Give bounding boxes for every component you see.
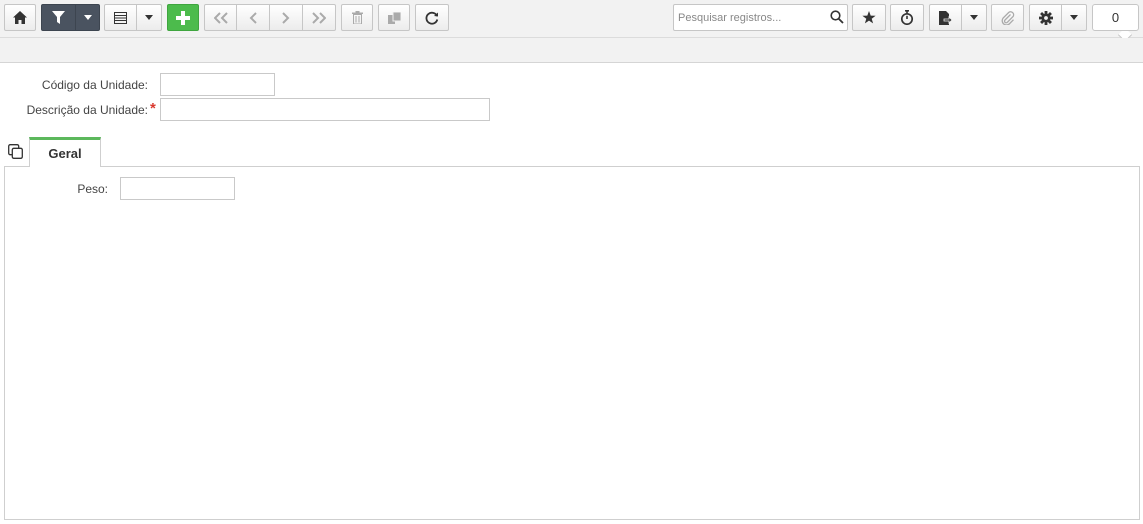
codigo-input[interactable] bbox=[160, 73, 275, 96]
caret-down-icon bbox=[83, 15, 92, 20]
list-view-button[interactable] bbox=[104, 4, 137, 31]
list-icon bbox=[114, 11, 127, 24]
search-input[interactable] bbox=[674, 5, 824, 30]
settings-button[interactable] bbox=[1029, 4, 1062, 31]
double-chevron-right-icon bbox=[312, 11, 326, 24]
toolbar: 0 bbox=[0, 0, 1143, 43]
required-mark: * bbox=[150, 100, 156, 117]
settings-dropdown-button[interactable] bbox=[1062, 4, 1087, 31]
sub-toolbar bbox=[0, 38, 1143, 63]
timer-button[interactable] bbox=[890, 4, 924, 31]
previous-record-button[interactable] bbox=[237, 4, 270, 31]
refresh-button[interactable] bbox=[415, 4, 449, 31]
peso-input[interactable] bbox=[120, 177, 235, 200]
first-record-button[interactable] bbox=[204, 4, 237, 31]
last-record-button[interactable] bbox=[303, 4, 336, 31]
home-icon bbox=[13, 11, 27, 24]
copy-tab-icon[interactable] bbox=[8, 144, 23, 162]
refresh-icon bbox=[425, 11, 439, 25]
add-button[interactable] bbox=[167, 4, 199, 31]
gear-icon bbox=[1038, 10, 1053, 25]
copy-record-button[interactable] bbox=[378, 4, 410, 31]
file-export-icon bbox=[939, 10, 952, 25]
filter-button[interactable] bbox=[41, 4, 76, 31]
chevron-left-icon bbox=[249, 11, 257, 24]
descricao-input[interactable] bbox=[160, 98, 490, 121]
plus-icon bbox=[176, 10, 190, 25]
search-icon[interactable] bbox=[830, 10, 844, 27]
trash-icon bbox=[351, 11, 363, 24]
star-icon bbox=[862, 11, 876, 24]
tab-panel-geral: Peso: bbox=[4, 166, 1140, 520]
search-box bbox=[673, 4, 848, 31]
stopwatch-icon bbox=[900, 10, 914, 25]
caret-down-icon bbox=[1070, 15, 1078, 20]
attach-button[interactable] bbox=[991, 4, 1024, 31]
record-counter: 0 bbox=[1092, 4, 1139, 31]
tab-geral[interactable]: Geral bbox=[29, 137, 101, 167]
next-record-button[interactable] bbox=[270, 4, 303, 31]
export-dropdown-button[interactable] bbox=[962, 4, 987, 31]
double-chevron-left-icon bbox=[213, 11, 228, 24]
chevron-right-icon bbox=[282, 11, 290, 24]
delete-button[interactable] bbox=[341, 4, 373, 31]
filter-icon bbox=[52, 11, 65, 24]
peso-label: Peso: bbox=[77, 182, 108, 196]
caret-down-icon bbox=[145, 15, 153, 20]
home-button[interactable] bbox=[4, 4, 36, 31]
export-button[interactable] bbox=[929, 4, 962, 31]
list-dropdown-button[interactable] bbox=[137, 4, 162, 31]
copy-icon bbox=[387, 11, 401, 24]
caret-down-icon bbox=[970, 15, 978, 20]
filter-dropdown-button[interactable] bbox=[76, 4, 100, 31]
descricao-label: Descrição da Unidade: bbox=[26, 103, 148, 117]
codigo-label: Código da Unidade: bbox=[41, 78, 148, 92]
paperclip-icon bbox=[1001, 10, 1014, 25]
favorite-button[interactable] bbox=[852, 4, 886, 31]
